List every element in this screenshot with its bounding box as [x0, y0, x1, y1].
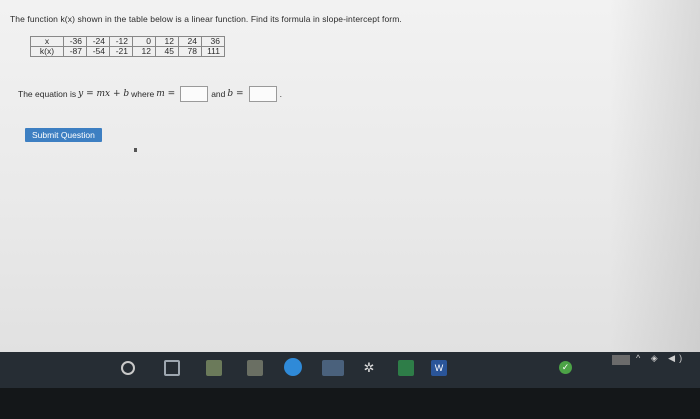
table-cell: 12: [132, 46, 156, 57]
edge-browser-icon[interactable]: [284, 358, 302, 376]
table-cell: 36: [201, 36, 225, 47]
mouse-cursor: [134, 148, 137, 152]
table-cell: 12: [155, 36, 179, 47]
table-header-x: x: [30, 36, 64, 47]
equation-prefix: The equation is: [18, 89, 77, 99]
table-header-kx: k(x): [30, 46, 64, 57]
webpage: The function k(x) shown in the table bel…: [0, 0, 700, 352]
table-cell: 0: [132, 36, 156, 47]
table-cell: 78: [178, 46, 202, 57]
table-cell: 111: [201, 46, 225, 57]
table-cell: -12: [109, 36, 133, 47]
b-answer-input[interactable]: [248, 86, 277, 102]
equation-formula: y = mx + b: [78, 89, 130, 99]
table-cell: -36: [63, 36, 87, 47]
b-label: b =: [227, 89, 244, 99]
tray-check-icon[interactable]: ✓: [559, 361, 572, 374]
table-cell: -21: [109, 46, 133, 57]
app-icon[interactable]: [247, 360, 263, 376]
windows-taskbar: [0, 352, 700, 388]
task-view-icon[interactable]: [164, 360, 180, 376]
equation-where: where: [131, 89, 155, 99]
m-answer-input[interactable]: [180, 86, 209, 102]
equation-line: The equation is y = mx + b where m = and…: [18, 86, 282, 102]
tray-icons[interactable]: ^ ◈ ◀): [636, 353, 686, 364]
file-explorer-icon[interactable]: [322, 360, 344, 376]
equation-suffix: .: [279, 89, 282, 99]
table-cell: 45: [155, 46, 179, 57]
equation-and: and: [211, 89, 226, 99]
tray-keyboard-icon[interactable]: [612, 355, 630, 365]
table-row-kx: k(x) -87 -54 -21 12 45 78 111: [30, 46, 225, 57]
start-icon[interactable]: [121, 361, 135, 375]
laptop-bezel: [0, 388, 700, 419]
m-label: m =: [156, 89, 176, 99]
word-icon[interactable]: W: [431, 360, 447, 376]
settings-gear-icon[interactable]: ✲: [361, 360, 377, 376]
table-cell: -24: [86, 36, 110, 47]
table-cell: 24: [178, 36, 202, 47]
function-table: x -36 -24 -12 0 12 24 36 k(x) -87 -54 -2…: [30, 36, 225, 57]
table-row-x: x -36 -24 -12 0 12 24 36: [30, 36, 225, 47]
question-prompt: The function k(x) shown in the table bel…: [10, 14, 402, 24]
app-icon[interactable]: [206, 360, 222, 376]
app-icon[interactable]: [398, 360, 414, 376]
table-cell: -87: [63, 46, 87, 57]
table-cell: -54: [86, 46, 110, 57]
submit-question-button[interactable]: Submit Question: [25, 128, 102, 142]
screen-edge-shading: [610, 0, 700, 352]
